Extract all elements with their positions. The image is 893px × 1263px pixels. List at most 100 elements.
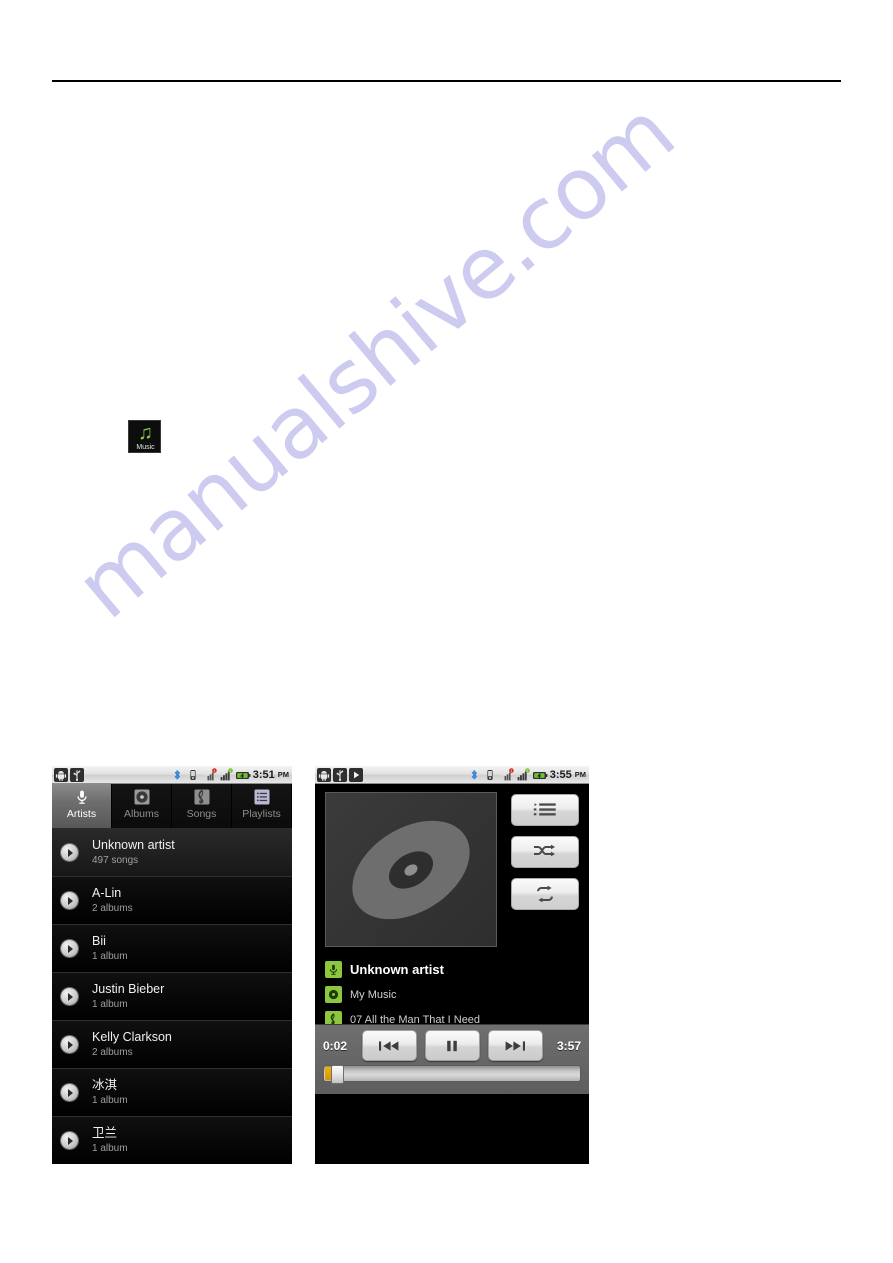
player-side-buttons (511, 792, 579, 910)
music-note-icon: ♫ (138, 422, 153, 444)
tab-albums[interactable]: Albums (112, 784, 172, 828)
tab-songs[interactable]: Songs (172, 784, 232, 828)
chevron-right-icon (52, 892, 86, 909)
music-app-icon[interactable]: ♫ Music (128, 420, 161, 453)
artist-name: A-Lin (92, 886, 122, 900)
artist-detail: 1 album (92, 1143, 128, 1154)
svg-text:2: 2 (526, 769, 528, 773)
artist-list[interactable]: Unknown artist 497 songs A-Lin 2 albums … (52, 829, 292, 1164)
usb-icon (70, 767, 84, 782)
vibrate-icon (484, 768, 498, 782)
svg-text:1: 1 (213, 769, 215, 773)
play-icon (349, 767, 363, 782)
artist-name: Unknown artist (92, 838, 175, 852)
artist-name: Bii (92, 934, 106, 948)
page-header-rule (52, 80, 841, 82)
signal-icon: 2 (219, 767, 233, 782)
status-bar-right-icons: 1 2 (468, 767, 587, 782)
status-bar-left-icons (317, 767, 363, 782)
library-clock: 3:51 (252, 768, 275, 781)
list-item[interactable]: 卫兰 1 album (52, 1117, 292, 1164)
artist-name: 卫兰 (92, 1126, 118, 1140)
no-sim-icon: 1 (500, 767, 514, 782)
now-playing-artist: Unknown artist (350, 962, 444, 977)
tab-songs-label: Songs (186, 808, 217, 820)
player-status-bar: 1 2 3:55 PM (315, 766, 589, 784)
duration-time: 3:57 (556, 1038, 581, 1053)
seek-thumb[interactable] (331, 1065, 344, 1084)
now-playing-artist-row[interactable]: Unknown artist (325, 961, 581, 978)
manual-page: manualshive.com ♫ Music 1 2 3:51 PM Arti… (0, 0, 893, 1263)
watermark-text: manualshive.com (57, 82, 693, 639)
player-clock: 3:55 (549, 768, 572, 781)
android-icon (54, 767, 68, 782)
seek-bar[interactable] (323, 1065, 581, 1084)
chevron-right-icon (52, 1132, 86, 1149)
bluetooth-icon (468, 768, 482, 782)
status-bar-right-icons: 1 2 (171, 767, 290, 782)
next-icon (505, 1040, 525, 1051)
usb-icon (333, 767, 347, 782)
shuffle-button[interactable] (511, 836, 579, 868)
list-item-text: Unknown artist 497 songs (86, 838, 292, 867)
library-screenshot: 1 2 3:51 PM Artists Albums Songs Playlis… (52, 766, 292, 1164)
list-item[interactable]: Kelly Clarkson 2 albums (52, 1021, 292, 1069)
library-tab-bar: Artists Albums Songs Playlists (52, 784, 292, 829)
repeat-button[interactable] (511, 878, 579, 910)
chevron-right-icon (52, 940, 86, 957)
tab-playlists[interactable]: Playlists (232, 784, 292, 828)
player-screenshot: 1 2 3:55 PM Unknown artist My Music 07 A… (315, 766, 589, 1164)
svg-text:2: 2 (229, 769, 231, 773)
playback-buttons (361, 1030, 543, 1061)
now-playing-list-button[interactable] (511, 794, 579, 826)
list-item[interactable]: 冰淇 1 album (52, 1069, 292, 1117)
artist-detail: 1 album (92, 951, 128, 962)
player-clock-ampm: PM (574, 770, 586, 779)
library-clock-ampm: PM (277, 770, 289, 779)
tab-artists[interactable]: Artists (52, 784, 112, 828)
tab-artists-label: Artists (66, 808, 97, 820)
shuffle-icon (534, 844, 555, 857)
artist-detail: 1 album (92, 999, 128, 1010)
disc-icon (325, 986, 342, 1003)
vibrate-icon (187, 768, 201, 782)
battery-icon (532, 768, 548, 782)
pause-icon (447, 1040, 457, 1051)
list-item-text: 卫兰 1 album (86, 1126, 292, 1155)
list-item-text: 冰淇 1 album (86, 1078, 292, 1107)
svg-text:1: 1 (510, 769, 512, 773)
artist-name: 冰淇 (92, 1078, 118, 1092)
artist-name: Justin Bieber (92, 982, 165, 996)
chevron-right-icon (52, 988, 86, 1005)
music-app-icon-label: Music (136, 444, 155, 451)
artist-detail: 2 albums (92, 903, 133, 914)
disc-icon (132, 787, 152, 807)
queue-list-icon (533, 803, 556, 816)
no-sim-icon: 1 (203, 767, 217, 782)
next-button[interactable] (487, 1030, 543, 1061)
microphone-icon (72, 787, 92, 807)
status-bar-left-icons (54, 767, 84, 782)
battery-icon (235, 768, 251, 782)
list-item-text: Bii 1 album (86, 934, 292, 963)
repeat-icon (537, 885, 553, 903)
album-art[interactable] (325, 792, 497, 947)
list-item-text: Justin Bieber 1 album (86, 982, 292, 1011)
list-item[interactable]: Justin Bieber 1 album (52, 973, 292, 1021)
pause-button[interactable] (424, 1030, 480, 1061)
artist-name: Kelly Clarkson (92, 1030, 172, 1044)
list-item[interactable]: Bii 1 album (52, 925, 292, 973)
signal-icon: 2 (516, 767, 530, 782)
previous-button[interactable] (361, 1030, 417, 1061)
now-playing-info: Unknown artist My Music 07 All the Man T… (325, 961, 581, 1028)
artist-detail: 2 albums (92, 1047, 133, 1058)
treble-clef-icon (192, 787, 212, 807)
list-item[interactable]: Unknown artist 497 songs (52, 829, 292, 877)
now-playing-album-row[interactable]: My Music (325, 986, 581, 1003)
list-item[interactable]: A-Lin 2 albums (52, 877, 292, 925)
tab-playlists-label: Playlists (242, 808, 281, 820)
seek-bar-wrapper[interactable] (315, 1061, 589, 1084)
chevron-right-icon (52, 844, 86, 861)
bluetooth-icon (171, 768, 185, 782)
previous-icon (379, 1040, 399, 1051)
